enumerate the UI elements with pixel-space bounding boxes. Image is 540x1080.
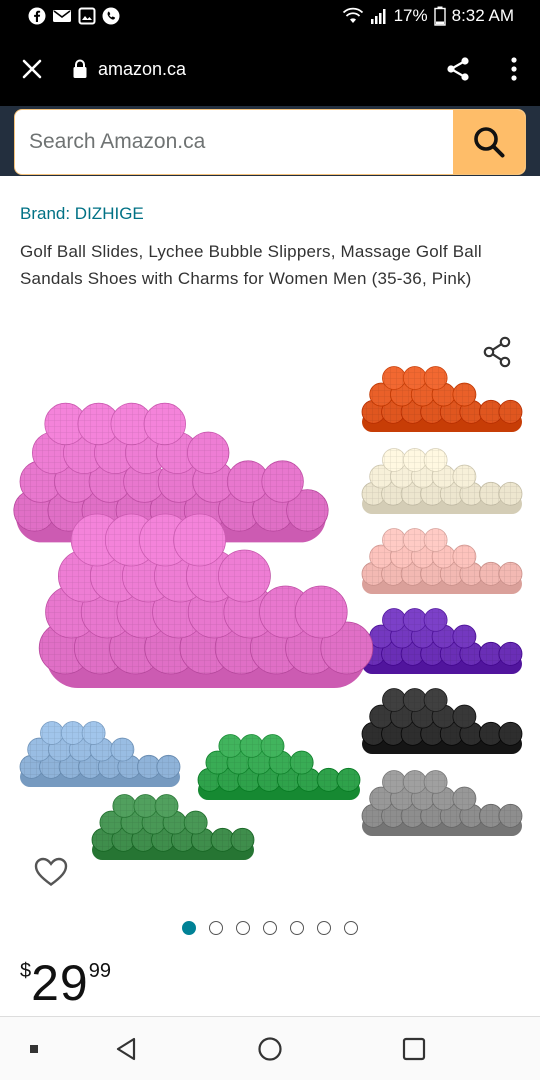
clock: 8:32 AM: [451, 6, 514, 25]
back-icon: [116, 1037, 136, 1061]
wishlist-button[interactable]: [30, 852, 72, 892]
pager-dot[interactable]: [209, 921, 223, 935]
pager-dot[interactable]: [344, 921, 358, 935]
pager-dot[interactable]: [263, 921, 277, 935]
product-image[interactable]: [0, 330, 540, 900]
battery-percent: 17%: [393, 6, 428, 25]
price-fraction: 99: [88, 960, 111, 982]
status-bar: 17% 8:32 AM: [0, 0, 540, 32]
share-icon: [447, 57, 469, 81]
product-title: Golf Ball Slides, Lychee Bubble Slippers…: [20, 242, 482, 288]
image-pager: [0, 921, 540, 937]
recents-icon: [402, 1037, 426, 1061]
product-photo: [13, 366, 523, 860]
browser-share-button[interactable]: [428, 32, 488, 106]
search-icon: [474, 127, 505, 158]
share-icon: [483, 336, 511, 368]
browser-menu-button[interactable]: [488, 32, 540, 106]
price-symbol: $: [20, 960, 32, 982]
nav-home-button[interactable]: [250, 1017, 290, 1080]
pager-dot[interactable]: [317, 921, 331, 935]
close-tab-button[interactable]: [0, 32, 64, 106]
nav-menu-button[interactable]: [22, 1017, 46, 1080]
nav-recents-button[interactable]: [394, 1017, 434, 1080]
share-product-button[interactable]: [478, 334, 516, 370]
browser-toolbar: amazon.ca: [0, 32, 540, 106]
battery-icon: [433, 6, 446, 26]
gallery-icon: [78, 7, 96, 25]
url-text: amazon.ca: [98, 58, 187, 79]
pager-dot[interactable]: [182, 921, 196, 935]
signal-icon: [370, 9, 386, 24]
heart-icon: [34, 857, 68, 886]
brand-link[interactable]: Brand: DIZHIGE: [20, 204, 144, 224]
search-input[interactable]: [15, 110, 455, 174]
search-header: [0, 106, 540, 176]
search-button[interactable]: [453, 110, 525, 174]
overflow-menu-icon: [511, 57, 517, 81]
pager-dot[interactable]: [290, 921, 304, 935]
url-bar[interactable]: amazon.ca: [64, 59, 428, 80]
search-box: [14, 109, 526, 175]
phone-icon: [102, 7, 120, 25]
close-icon: [22, 59, 42, 79]
price: $ 29 99: [20, 952, 111, 1014]
system-status: 17% 8:32 AM: [342, 6, 514, 26]
lock-icon: [73, 59, 87, 78]
price-whole: 29: [31, 955, 89, 1011]
small-square-icon: [30, 1045, 38, 1053]
notification-icons: [28, 7, 120, 25]
home-circle-icon: [258, 1037, 282, 1061]
pager-dot[interactable]: [236, 921, 250, 935]
wifi-icon: [342, 7, 363, 23]
facebook-icon: [28, 7, 46, 25]
mail-icon: [53, 10, 71, 22]
nav-back-button[interactable]: [106, 1017, 146, 1080]
system-navigation-bar: [0, 1016, 540, 1080]
